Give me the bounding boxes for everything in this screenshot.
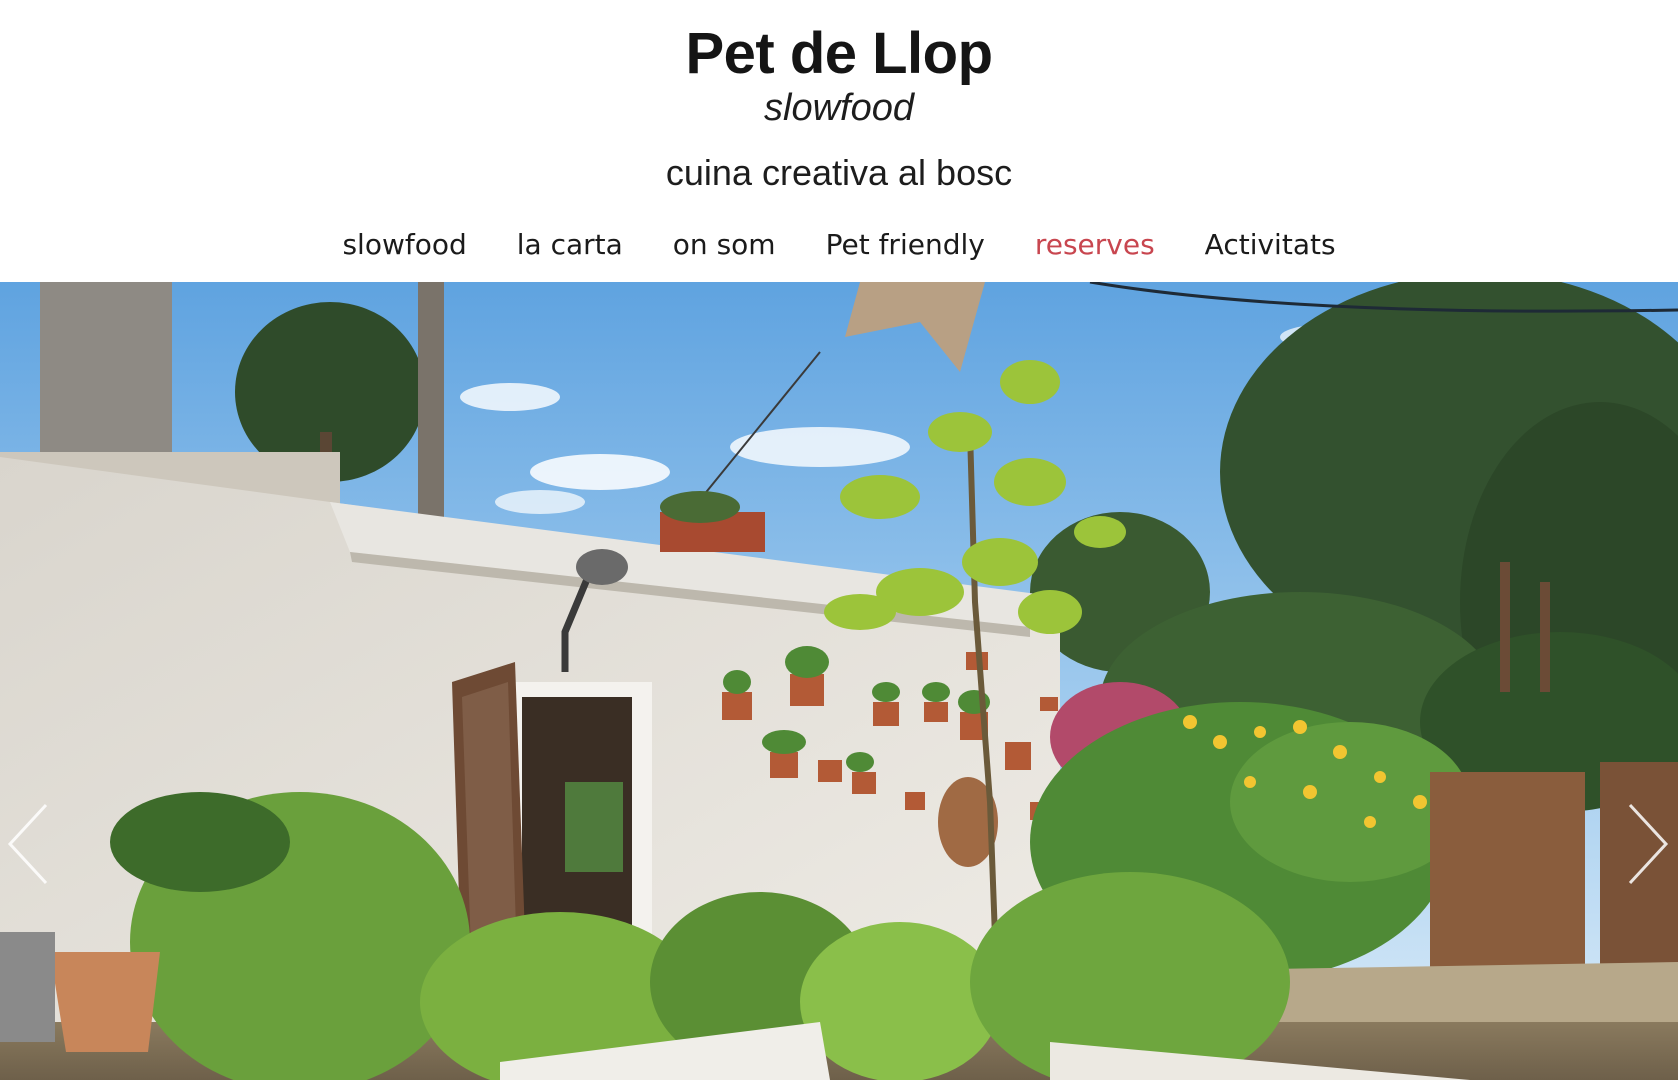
chevron-right-icon [1628, 803, 1669, 885]
hero-slider[interactable] [0, 282, 1678, 1080]
nav-item-pet-friendly[interactable]: Pet friendly [826, 225, 985, 265]
site-subtitle: slowfood [764, 87, 914, 129]
slider-prev-button[interactable] [4, 799, 54, 889]
nav-item-reserves[interactable]: reserves [1035, 225, 1155, 265]
site-title[interactable]: Pet de Llop [0, 22, 1678, 86]
slider-next-button[interactable] [1622, 799, 1672, 889]
nav-item-activitats[interactable]: Activitats [1205, 225, 1336, 265]
site-header: Pet de Llop slowfood cuina creativa al b… [0, 0, 1678, 282]
nav-item-slowfood[interactable]: slowfood [342, 225, 466, 265]
garden-house-photo [0, 282, 1678, 1080]
nav-item-on-som[interactable]: on som [673, 225, 776, 265]
main-nav: slowfood la carta on som Pet friendly re… [0, 221, 1678, 269]
nav-item-la-carta[interactable]: la carta [517, 225, 623, 265]
chevron-left-icon [7, 803, 48, 885]
site-tagline: cuina creativa al bosc [665, 152, 1013, 193]
